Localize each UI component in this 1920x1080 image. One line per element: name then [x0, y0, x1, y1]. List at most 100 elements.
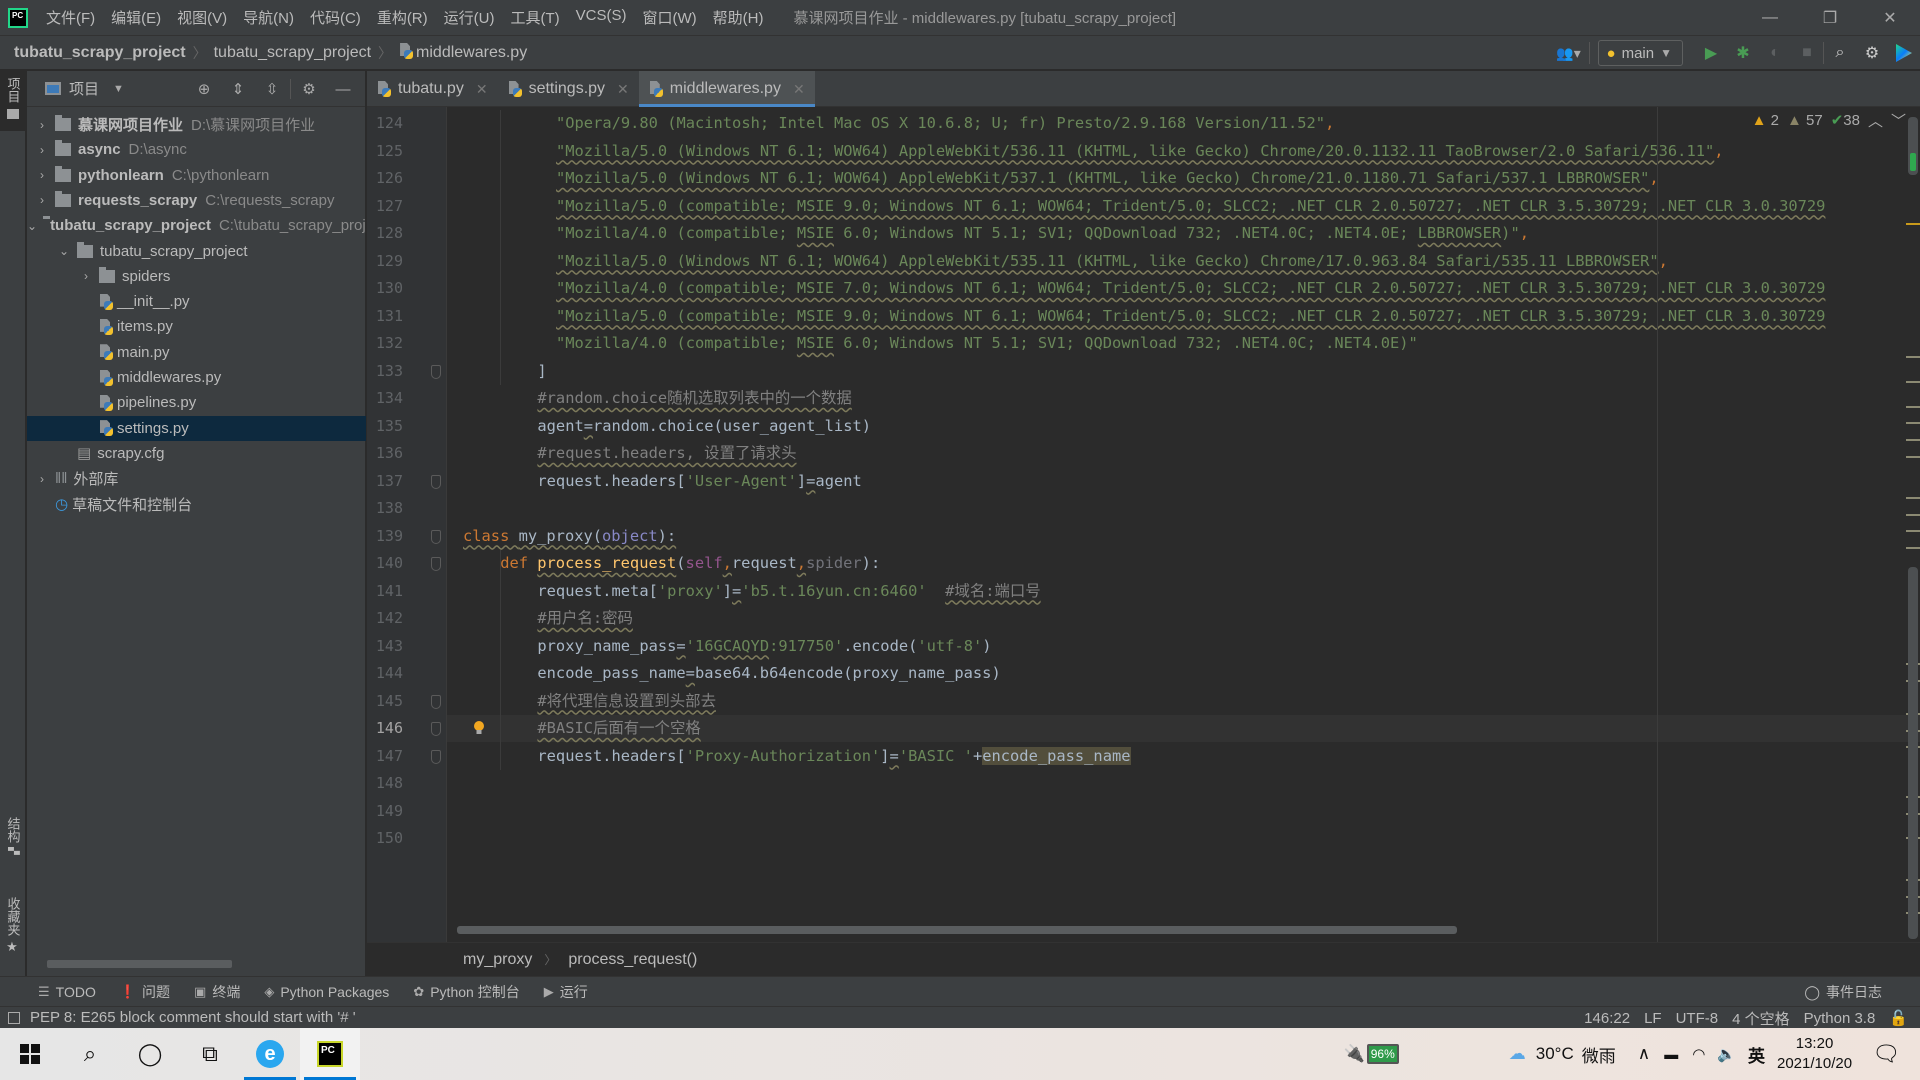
tree-item[interactable]: › pythonlearn C:\pythonlearn — [27, 163, 366, 188]
file-encoding[interactable]: UTF-8 — [1676, 1010, 1719, 1027]
tree-item[interactable]: main.py — [27, 340, 366, 365]
tool-window-list[interactable]: ☰ TODO — [26, 982, 108, 1002]
tree-item[interactable]: ▤ scrapy.cfg — [27, 441, 366, 466]
read-only-lock-icon[interactable]: 🔓 — [1889, 1009, 1908, 1027]
error-stripe-mark[interactable] — [1906, 223, 1920, 226]
python-interpreter[interactable]: Python 3.8 — [1804, 1010, 1876, 1027]
editor-tab[interactable]: tubatu.py ✕ — [367, 71, 498, 107]
chevron-right-icon[interactable]: › — [35, 118, 49, 132]
favorites-tool-tab[interactable]: 收藏夹 ★ — [0, 891, 26, 981]
weather-desc[interactable]: 微雨 — [1582, 1042, 1616, 1067]
menu-item[interactable]: 代码(C) — [302, 7, 369, 28]
code-line[interactable]: agent=random.choice(user_agent_list) — [457, 413, 871, 440]
chevron-right-icon[interactable]: › — [35, 193, 49, 207]
gear-icon[interactable]: ⚙ — [293, 80, 325, 98]
code-line[interactable]: "Opera/9.80 (Macintosh; Intel Mac OS X 1… — [457, 110, 1334, 137]
typo-count[interactable]: ✔38 — [1831, 111, 1860, 129]
code-line[interactable]: encode_pass_name=base64.b64encode(proxy_… — [457, 660, 1000, 687]
indent-setting[interactable]: 4 个空格 — [1732, 1008, 1790, 1029]
close-tab-icon[interactable]: ✕ — [617, 81, 629, 98]
locate-file-icon[interactable]: ⊕ — [188, 80, 220, 98]
code-line[interactable] — [457, 825, 463, 852]
tree-item[interactable]: › requests_scrapy C:\requests_scrapy — [27, 188, 366, 213]
code-line[interactable]: "Mozilla/4.0 (compatible; MSIE 6.0; Wind… — [457, 220, 1529, 247]
run-icon[interactable]: ▶ — [1695, 36, 1727, 70]
file-scroll-indicator[interactable] — [1908, 117, 1918, 175]
tree-item[interactable]: › async D:\async — [27, 137, 366, 162]
chevron-right-icon[interactable]: › — [35, 143, 49, 157]
stop-icon[interactable]: ■ — [1791, 36, 1823, 70]
warning-count[interactable]: ▲ 57 — [1787, 112, 1823, 129]
code-line[interactable]: #BASIC后面有一个空格 — [457, 715, 700, 742]
code-line[interactable]: proxy_name_pass='16GCAQYD:917750'.encode… — [457, 633, 991, 660]
search-icon[interactable]: ⌕ — [1824, 36, 1856, 70]
code-line[interactable]: "Mozilla/5.0 (compatible; MSIE 9.0; Wind… — [457, 303, 1825, 330]
code-line[interactable]: request.headers['Proxy-Authorization']='… — [457, 743, 1131, 770]
tree-item[interactable]: items.py — [27, 314, 366, 339]
menu-item[interactable]: 视图(V) — [169, 7, 235, 28]
structure-tool-tab[interactable]: 结构 ▞ — [0, 811, 26, 881]
code-line[interactable]: "Mozilla/5.0 (Windows NT 6.1; WOW64) App… — [457, 165, 1659, 192]
fold-marker-icon[interactable] — [431, 474, 441, 489]
chevron-right-icon[interactable]: › — [35, 472, 49, 486]
editor-tab[interactable]: middlewares.py ✕ — [638, 71, 815, 107]
menu-item[interactable]: 帮助(H) — [705, 7, 772, 28]
show-hidden-icons[interactable]: ∧ — [1638, 1044, 1650, 1064]
weather-icon[interactable]: ☁ — [1509, 1044, 1526, 1064]
menu-item[interactable]: 运行(U) — [436, 7, 503, 28]
error-stripe-mark[interactable] — [1906, 422, 1920, 425]
clock[interactable]: 13:20 2021/10/20 — [1777, 1034, 1852, 1074]
start-icon[interactable] — [0, 1028, 60, 1080]
input-method[interactable]: 英 — [1748, 1042, 1765, 1067]
tool-window-packages[interactable]: ◈ Python Packages — [252, 982, 401, 1002]
tree-item[interactable]: ◷ 草稿文件和控制台 — [27, 492, 366, 517]
error-stripe-mark[interactable] — [1906, 380, 1920, 383]
tree-item[interactable]: pipelines.py — [27, 390, 366, 415]
code-line[interactable]: "Mozilla/4.0 (compatible; MSIE 7.0; Wind… — [457, 275, 1825, 302]
editor-tab[interactable]: settings.py ✕ — [498, 71, 639, 107]
menu-item[interactable]: 工具(T) — [502, 7, 567, 28]
notification-icon[interactable]: 🗨 — [1872, 1041, 1900, 1067]
error-stripe-mark[interactable] — [1906, 546, 1920, 549]
lightbulb-icon[interactable] — [473, 720, 485, 736]
code-line[interactable]: #random.choice随机选取列表中的一个数据 — [457, 385, 851, 412]
tree-item[interactable]: ⌄ tubatu_scrapy_project C:\tubatu_scrapy_p… — [27, 213, 366, 238]
weather-temp[interactable]: 30°C — [1536, 1044, 1574, 1064]
vertical-scrollbar[interactable] — [1908, 567, 1918, 939]
chevron-right-icon[interactable]: › — [35, 168, 49, 182]
code-line[interactable]: ] — [457, 358, 546, 385]
tool-window-terminal[interactable]: ▣ 终端 — [182, 982, 252, 1002]
menu-item[interactable]: 重构(R) — [369, 7, 436, 28]
breadcrumb-method[interactable]: process_request() — [568, 951, 697, 969]
error-stripe-mark[interactable] — [1906, 405, 1920, 408]
jetbrains-toolbox-icon[interactable] — [1888, 36, 1920, 70]
settings-icon[interactable]: ⚙ — [1856, 36, 1888, 70]
tree-item[interactable]: settings.py — [27, 415, 366, 441]
event-log-button[interactable]: ◯ 事件日志 — [1804, 977, 1882, 1007]
code-line[interactable] — [457, 770, 463, 797]
edge-browser-icon[interactable]: e — [240, 1028, 300, 1080]
tool-window-run[interactable]: ▶ 运行 — [532, 982, 600, 1002]
tool-window-problems[interactable]: ❗ 问题 — [108, 982, 182, 1002]
tool-window-python-console[interactable]: ✿ Python 控制台 — [401, 982, 531, 1002]
code-line[interactable]: #将代理信息设置到头部去 — [457, 688, 716, 715]
fold-marker-icon[interactable] — [431, 749, 441, 764]
code-line[interactable]: request.headers['User-Agent']=agent — [457, 468, 861, 495]
tree-item[interactable]: › spiders — [27, 264, 366, 289]
horizontal-scrollbar[interactable] — [457, 926, 1457, 934]
wifi-icon[interactable]: ◠ — [1692, 1045, 1705, 1063]
tree-item[interactable]: › 慕课网项目作业 D:\慕课网项目作业 — [27, 112, 366, 137]
code-line[interactable]: class my_proxy(object): — [457, 523, 676, 550]
battery-indicator[interactable]: 🔌 96% — [1344, 1044, 1399, 1064]
menu-item[interactable]: 窗口(W) — [634, 7, 704, 28]
restore-button[interactable]: ❐ — [1800, 0, 1860, 36]
code-line[interactable]: #用户名:密码 — [457, 605, 633, 632]
breadcrumb-project[interactable]: tubatu_scrapy_project — [0, 44, 190, 62]
code-line[interactable]: "Mozilla/4.0 (compatible; MSIE 6.0; Wind… — [457, 330, 1418, 357]
pycharm-icon[interactable]: PC — [300, 1028, 360, 1080]
debug-icon[interactable]: ✱ — [1727, 36, 1759, 70]
tree-item[interactable]: › ‖‖ 外部库 — [27, 466, 366, 491]
breadcrumb-file[interactable]: middlewares.py — [395, 43, 531, 62]
error-stripe-mark[interactable] — [1906, 530, 1920, 533]
code-line[interactable] — [457, 495, 463, 522]
